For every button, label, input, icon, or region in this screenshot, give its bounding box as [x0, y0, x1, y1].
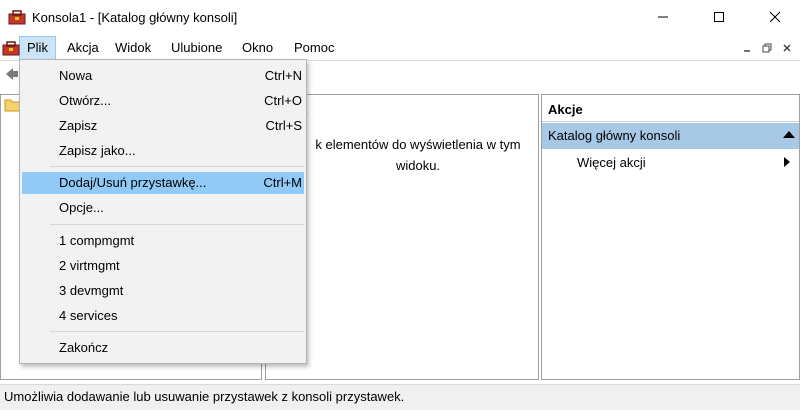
menu-item-zakoncz[interactable]: Zakończ: [22, 337, 304, 359]
menu-item-opcje[interactable]: Opcje...: [22, 197, 304, 219]
menu-item-recent-2[interactable]: 2 virtmgmt: [22, 255, 304, 277]
menu-item-zapisz[interactable]: Zapisz Ctrl+S: [22, 115, 304, 137]
maximize-button[interactable]: [696, 0, 742, 34]
menu-separator: [50, 166, 304, 167]
mmc-toolbox-icon: [8, 9, 26, 25]
minimize-button[interactable]: [640, 0, 686, 34]
actions-title: Akcje: [542, 98, 799, 122]
window-title: Konsola1 - [Katalog główny konsoli]: [32, 10, 238, 25]
more-actions-link[interactable]: Więcej akcji: [577, 154, 646, 172]
menu-separator: [50, 331, 304, 332]
empty-results-message: k elementów do wyświetlenia w tym widoku…: [315, 137, 521, 173]
mdi-minimize-button[interactable]: [737, 38, 757, 58]
mdi-close-button[interactable]: [777, 38, 797, 58]
menu-plik[interactable]: Plik: [19, 36, 56, 60]
menu-pomoc[interactable]: Pomoc: [287, 36, 341, 60]
maximize-icon: [714, 12, 724, 22]
menu-widok[interactable]: Widok: [108, 36, 158, 60]
menu-item-dodaj-usun-przystawke[interactable]: Dodaj/Usuń przystawkę... Ctrl+M: [22, 172, 304, 194]
console-icon[interactable]: [2, 40, 20, 56]
menu-item-recent-3[interactable]: 3 devmgmt: [22, 280, 304, 302]
menu-item-otworz[interactable]: Otwórz... Ctrl+O: [22, 90, 304, 112]
file-menu-dropdown: Nowa Ctrl+N Otwórz... Ctrl+O Zapisz Ctrl…: [19, 59, 307, 364]
actions-section-header[interactable]: Katalog główny konsoli: [542, 123, 799, 149]
menu-akcja[interactable]: Akcja: [60, 36, 106, 60]
title-bar: Konsola1 - [Katalog główny konsoli]: [0, 0, 800, 36]
menu-item-recent-4[interactable]: 4 services: [22, 305, 304, 327]
back-arrow-icon[interactable]: [4, 66, 20, 85]
menu-item-nowa[interactable]: Nowa Ctrl+N: [22, 65, 304, 87]
close-button[interactable]: [752, 0, 798, 34]
status-bar: Umożliwia dodawanie lub usuwanie przysta…: [0, 384, 800, 410]
restore-icon: [762, 43, 772, 53]
menu-item-recent-1[interactable]: 1 compmgmt: [22, 230, 304, 252]
close-icon: [769, 11, 781, 23]
menu-okno[interactable]: Okno: [235, 36, 280, 60]
submenu-arrow-icon[interactable]: [784, 157, 790, 167]
menu-item-zapisz-jako[interactable]: Zapisz jako...: [22, 140, 304, 162]
minimize-icon: [658, 16, 668, 18]
menu-ulubione[interactable]: Ulubione: [164, 36, 229, 60]
menu-separator: [50, 224, 304, 225]
minimize-icon: [744, 50, 750, 52]
close-icon: [783, 44, 791, 52]
menu-bar: Plik Akcja Widok Ulubione Okno Pomoc: [0, 36, 800, 60]
mdi-restore-button[interactable]: [757, 38, 777, 58]
collapse-up-icon[interactable]: [783, 131, 795, 138]
